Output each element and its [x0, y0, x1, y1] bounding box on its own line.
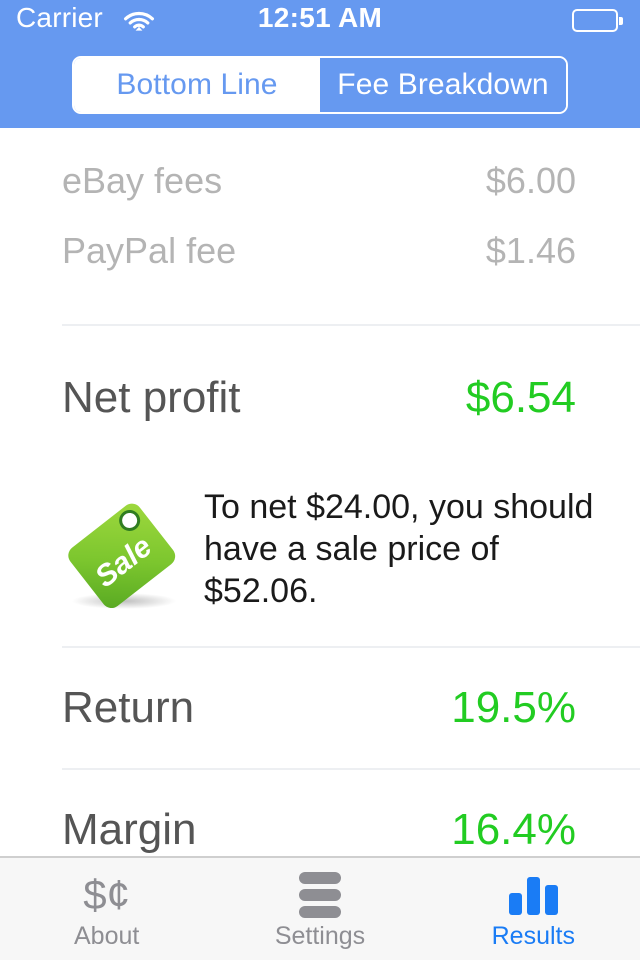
- battery-icon: [572, 9, 624, 33]
- table-row-margin: Margin 16.4%: [0, 770, 640, 856]
- table-row-paypal-fee: PayPal fee $1.46: [0, 216, 640, 286]
- status-bar: Carrier 12:51 AM: [0, 0, 640, 40]
- tab-settings-label: Settings: [274, 922, 366, 950]
- ebay-fees-label: eBay fees: [62, 160, 223, 201]
- margin-label: Margin: [62, 805, 197, 854]
- battery-body: [572, 9, 618, 32]
- margin-value: 16.4%: [451, 805, 576, 854]
- paypal-fee-label: PayPal fee: [62, 230, 237, 271]
- tab-about-label: About: [73, 922, 140, 950]
- tab-about[interactable]: $¢ About: [0, 858, 213, 960]
- net-profit-value: $6.54: [465, 373, 576, 422]
- tab-settings[interactable]: Settings: [213, 858, 426, 960]
- dollar-cent-icon: $¢: [83, 871, 131, 918]
- app-screen: Carrier 12:51 AM Bottom Line Fee Breakdo…: [0, 0, 640, 960]
- return-value: 19.5%: [451, 683, 576, 732]
- net-profit-label: Net profit: [62, 373, 241, 422]
- sale-price-suggestion: Sale To net $24.00, you should have a sa…: [0, 448, 640, 646]
- segmented-control[interactable]: Bottom Line Fee Breakdown: [72, 56, 568, 114]
- sale-tag-icon: Sale: [62, 494, 190, 612]
- navigation-bar: Carrier 12:51 AM Bottom Line Fee Breakdo…: [0, 0, 640, 128]
- sliders-stack-icon: [298, 872, 341, 918]
- tab-bar: $¢ About Settings Results: [0, 856, 640, 960]
- segment-bottom-line[interactable]: Bottom Line: [74, 58, 320, 112]
- results-scroll-view[interactable]: eBay fees $6.00 PayPal fee $1.46 Net pro…: [0, 128, 640, 856]
- paypal-fee-value: $1.46: [485, 230, 576, 271]
- bar-chart-icon: [508, 872, 558, 918]
- tab-results-label: Results: [491, 922, 575, 950]
- sale-suggestion-text: To net $24.00, you should have a sale pr…: [204, 488, 594, 610]
- return-label: Return: [62, 683, 195, 732]
- table-row-ebay-fees: eBay fees $6.00: [0, 146, 640, 216]
- ebay-fees-value: $6.00: [485, 160, 576, 201]
- clipped-row: [0, 128, 640, 146]
- clock-label: 12:51 AM: [257, 2, 383, 33]
- table-row-return: Return 19.5%: [0, 648, 640, 768]
- battery-nub: [619, 17, 623, 25]
- tab-results[interactable]: Results: [427, 858, 640, 960]
- segment-fee-breakdown[interactable]: Fee Breakdown: [320, 58, 566, 112]
- table-row-net-profit: Net profit $6.54: [0, 348, 640, 448]
